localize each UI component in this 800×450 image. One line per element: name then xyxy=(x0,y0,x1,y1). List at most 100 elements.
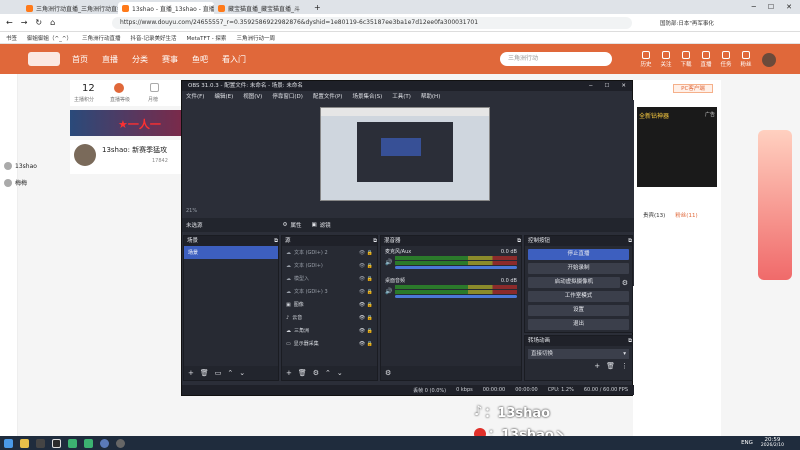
nav-more[interactable]: 看入门 xyxy=(222,54,246,65)
forward-icon[interactable]: → xyxy=(21,18,28,27)
ad-block[interactable]: 全新钻神器 广告 xyxy=(637,107,717,187)
minimize-icon[interactable]: ─ xyxy=(752,3,756,11)
bookmark-item[interactable]: 书签 xyxy=(6,34,17,42)
source-item[interactable]: ☁ 模型入 👁 🔒 xyxy=(282,272,377,285)
remove-scene-icon[interactable]: 🗑 xyxy=(200,369,209,377)
search-input[interactable]: 三角洲行动 xyxy=(500,52,612,66)
remove-transition-icon[interactable]: 🗑 xyxy=(606,362,615,370)
download-button[interactable]: 下载 xyxy=(676,51,696,68)
browser-tab-active[interactable]: 13shao - 直播_13shao - 直播 xyxy=(118,2,214,14)
history-button[interactable]: 历史 xyxy=(636,51,656,68)
browser-tab[interactable]: 三角洲行动直播_三角洲行动直播 xyxy=(22,2,118,14)
add-source-icon[interactable]: + xyxy=(286,369,292,377)
bookmark-item[interactable]: 三角洲行动直播 xyxy=(82,34,121,42)
windows-start-icon[interactable] xyxy=(4,438,13,448)
close-icon[interactable]: ✕ xyxy=(786,3,792,11)
menu-help[interactable]: 帮助(H) xyxy=(421,92,440,100)
source-item[interactable]: ♪ 云音 👁 🔒 xyxy=(282,311,377,324)
menu-scene-collection[interactable]: 场景集合(S) xyxy=(352,92,382,100)
source-item[interactable]: ▣ 图像 👁 🔒 xyxy=(282,298,377,311)
bookmark-item[interactable]: 御姐御姐（^_^） xyxy=(27,34,72,42)
source-item[interactable]: ☁ 文本 (GDI+) 3 👁 🔒 xyxy=(282,285,377,298)
start-recording-button[interactable]: 开始录制 xyxy=(528,263,629,274)
transition-menu-icon[interactable]: ⋮ xyxy=(621,362,628,370)
filters-button[interactable]: ▣ 滤镜 xyxy=(311,221,330,229)
tab-fans[interactable]: 粉丝(11) xyxy=(675,211,697,219)
terminal-icon[interactable] xyxy=(36,438,45,448)
menu-tools[interactable]: 工具(T) xyxy=(392,92,411,100)
properties-button[interactable]: ⚙ 属性 xyxy=(283,221,302,229)
steam-icon[interactable] xyxy=(100,438,109,448)
menu-file[interactable]: 文件(F) xyxy=(186,92,204,100)
home-icon[interactable]: ⌂ xyxy=(50,18,55,27)
stop-streaming-button[interactable]: 停止直播 xyxy=(528,249,629,260)
dock-float-icon[interactable]: ⧉ xyxy=(517,236,521,246)
back-icon[interactable]: ← xyxy=(6,18,13,27)
nav-events[interactable]: 赛事 xyxy=(162,54,178,65)
volume-slider[interactable] xyxy=(395,295,517,298)
obs-maximize-icon[interactable]: ☐ xyxy=(604,81,609,91)
exit-button[interactable]: 退出 xyxy=(528,319,629,330)
dock-float-icon[interactable]: ⧉ xyxy=(628,236,632,246)
game-icon[interactable] xyxy=(84,438,93,448)
new-tab-button[interactable]: + xyxy=(314,3,321,12)
url-input[interactable]: https://www.douyu.com/24655557_r=0.35925… xyxy=(112,17,632,29)
move-down-icon[interactable]: ⌄ xyxy=(239,369,245,377)
add-scene-icon[interactable]: + xyxy=(188,369,194,377)
extension-news[interactable]: 国防部:日本"再军事化 xyxy=(660,19,714,27)
fans-button[interactable]: 粉丝 xyxy=(736,51,756,68)
nav-live[interactable]: 直播 xyxy=(102,54,118,65)
bookmark-item[interactable]: 抖音-记录美好生活 xyxy=(131,34,177,42)
settings-button[interactable]: 设置 xyxy=(528,305,629,316)
obs-close-icon[interactable]: ✕ xyxy=(621,81,626,91)
studio-mode-button[interactable]: 工作室模式 xyxy=(528,291,629,302)
nav-category[interactable]: 分类 xyxy=(132,54,148,65)
dock-float-icon[interactable]: ⧉ xyxy=(274,236,278,246)
browser-tab[interactable]: 藏宝猫直播_藏宝猫直播_斗 xyxy=(214,2,310,14)
speaker-icon[interactable]: 🔊 xyxy=(385,288,392,295)
source-item[interactable]: ▭ 显示器采集 👁 🔒 xyxy=(282,337,377,350)
source-item[interactable]: ☁ 文本 (GDI+) 2 👁 🔒 xyxy=(282,246,377,259)
move-down-icon[interactable]: ⌄ xyxy=(337,369,343,377)
side-promo[interactable] xyxy=(722,80,792,280)
viewer-item[interactable]: 13shao xyxy=(4,162,37,170)
remove-source-icon[interactable]: 🗑 xyxy=(298,369,307,377)
virtual-camera-settings-icon[interactable]: ⚙ xyxy=(622,279,628,287)
scene-item[interactable]: 场景 xyxy=(184,246,278,259)
bookmark-item[interactable]: 三角洲行动一周 xyxy=(236,34,275,42)
add-transition-icon[interactable]: + xyxy=(594,362,600,370)
scene-filter-icon[interactable]: ▭ xyxy=(215,369,222,377)
nav-home[interactable]: 首页 xyxy=(72,54,88,65)
source-settings-icon[interactable]: ⚙ xyxy=(313,369,319,377)
volume-slider[interactable] xyxy=(395,266,517,269)
clock[interactable]: 20:59 2026/2/10 xyxy=(761,437,784,449)
dock-float-icon[interactable]: ⧉ xyxy=(628,336,632,346)
speaker-icon[interactable]: 🔊 xyxy=(385,259,392,266)
tasks-button[interactable]: 任务 xyxy=(716,51,736,68)
douyu-logo[interactable] xyxy=(28,52,60,66)
obs-minimize-icon[interactable]: ─ xyxy=(589,81,592,91)
pc-client-button[interactable]: PC客户端 xyxy=(673,84,713,93)
game-icon[interactable] xyxy=(68,438,77,448)
tab-vip[interactable]: 贵宾(13) xyxy=(643,211,665,219)
go-live-button[interactable]: 直播 xyxy=(696,51,716,68)
maximize-icon[interactable]: ☐ xyxy=(768,3,774,11)
language-indicator[interactable]: ENG xyxy=(741,440,753,446)
source-item[interactable]: ☁ 三角洲 👁 🔒 xyxy=(282,324,377,337)
transition-select[interactable]: 直接切换 ▾ xyxy=(528,349,629,359)
obs-app-icon[interactable] xyxy=(52,438,61,448)
move-up-icon[interactable]: ⌃ xyxy=(325,369,331,377)
follow-button[interactable]: 关注 xyxy=(656,51,676,68)
nav-yuba[interactable]: 鱼吧 xyxy=(192,54,208,65)
dock-float-icon[interactable]: ⧉ xyxy=(373,236,377,246)
app-icon[interactable] xyxy=(116,438,125,448)
reload-icon[interactable]: ↻ xyxy=(35,18,42,27)
move-up-icon[interactable]: ⌃ xyxy=(227,369,233,377)
source-item[interactable]: ☁ 文本 (GDI+) 👁 🔒 xyxy=(282,259,377,272)
mixer-settings-icon[interactable]: ⚙ xyxy=(385,369,391,377)
menu-docks[interactable]: 停靠窗口(D) xyxy=(272,92,303,100)
menu-edit[interactable]: 编辑(E) xyxy=(214,92,233,100)
anchor-avatar[interactable] xyxy=(74,144,96,166)
menu-view[interactable]: 视图(V) xyxy=(243,92,262,100)
viewer-item[interactable]: 梅梅 xyxy=(4,178,27,187)
